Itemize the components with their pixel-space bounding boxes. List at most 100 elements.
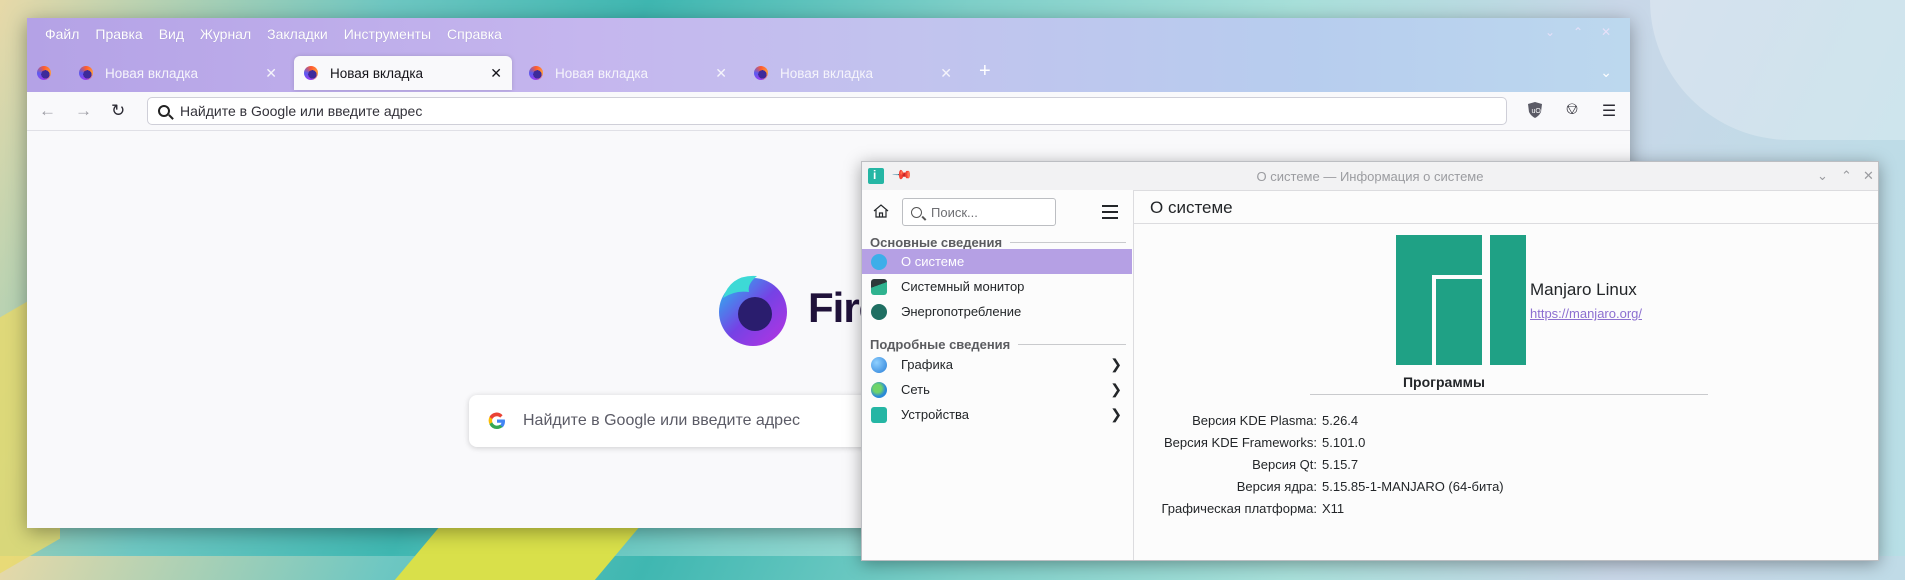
close-tab-icon[interactable]: ✕: [940, 65, 952, 82]
shield-extension-icon[interactable]: uO: [1525, 101, 1545, 121]
tab-strip: Новая вкладка ✕ Новая вкладка ✕ Новая вк…: [27, 54, 1630, 92]
info-value: 5.15.7: [1322, 457, 1359, 472]
info-key: Версия KDE Plasma:: [1192, 413, 1317, 428]
menu-help[interactable]: Справка: [439, 24, 510, 44]
close-icon[interactable]: ✕: [1601, 25, 1611, 39]
menu-bar: Файл Правка Вид Журнал Закладки Инструме…: [37, 24, 510, 44]
menu-view[interactable]: Вид: [151, 24, 192, 44]
info-key: Графическая платформа:: [1161, 501, 1317, 516]
section-detailed-info: Подробные сведения: [870, 337, 1126, 352]
sidebar-item-graphics[interactable]: Графика ❯: [862, 352, 1132, 377]
minimize-icon[interactable]: ⌄: [1817, 168, 1828, 184]
menu-bookmarks[interactable]: Закладки: [259, 24, 336, 44]
info-key: Версия KDE Frameworks:: [1163, 435, 1317, 450]
info-center-titlebar: 📌 О системе — Информация о системе ⌄ ⌃ ✕: [862, 162, 1878, 191]
firefox-icon: [79, 66, 93, 80]
tab-label: Новая вкладка: [780, 65, 874, 81]
tab-label: Новая вкладка: [555, 65, 649, 81]
hamburger-menu-icon[interactable]: [1102, 205, 1118, 223]
close-icon[interactable]: ✕: [1863, 168, 1874, 184]
close-tab-icon[interactable]: ✕: [715, 65, 727, 82]
chevron-right-icon: ❯: [1110, 381, 1122, 397]
menu-edit[interactable]: Правка: [87, 24, 150, 44]
tab-label: Новая вкладка: [105, 65, 199, 81]
google-icon: [488, 412, 505, 430]
main-panel: О системе Manjaro Linux https://manjaro.…: [1134, 190, 1878, 560]
chevron-right-icon: ❯: [1110, 356, 1122, 372]
network-icon: [871, 381, 887, 398]
sidebar: Основные сведения О системе Системный мо…: [862, 190, 1134, 560]
programs-heading: Программы: [1402, 374, 1485, 390]
sidebar-item-label: Устройства: [901, 407, 970, 422]
sidebar-item-label: Энергопотребление: [901, 304, 1022, 319]
tab-pinned[interactable]: [27, 56, 67, 90]
section-title: Основные сведения: [870, 235, 1003, 250]
manjaro-logo: [1396, 235, 1526, 365]
maximize-icon[interactable]: ⌃: [1841, 168, 1852, 184]
sidebar-item-network[interactable]: Сеть ❯: [862, 377, 1132, 402]
minimize-icon[interactable]: ⌄: [1545, 25, 1555, 39]
firefox-icon: [37, 66, 51, 80]
sidebar-search[interactable]: [902, 198, 1056, 226]
info-value: 5.26.4: [1322, 413, 1359, 428]
menu-history[interactable]: Журнал: [192, 24, 259, 44]
sidebar-search-input[interactable]: [929, 203, 1053, 221]
menu-file[interactable]: Файл: [37, 24, 87, 44]
tab-new-2-active[interactable]: Новая вкладка ✕: [294, 56, 512, 90]
page-title: О системе: [1150, 198, 1233, 217]
close-tab-icon[interactable]: ✕: [490, 65, 502, 82]
tab-new-3[interactable]: Новая вкладка ✕: [519, 56, 737, 90]
firefox-icon: [304, 66, 318, 80]
search-icon: [911, 206, 922, 218]
page-header: О системе: [1134, 190, 1878, 224]
tab-new-1[interactable]: Новая вкладка ✕: [69, 56, 287, 90]
system-monitor-icon: [871, 278, 887, 295]
menu-tools[interactable]: Инструменты: [336, 24, 439, 44]
reload-icon[interactable]: ↻: [111, 101, 125, 121]
back-arrow-icon[interactable]: ←: [39, 101, 56, 121]
forward-arrow-icon[interactable]: →: [75, 101, 92, 121]
info-center-window: 📌 О системе — Информация о системе ⌄ ⌃ ✕…: [861, 161, 1879, 561]
firefox-icon: [754, 66, 768, 80]
divider: [1310, 394, 1708, 395]
extensions-puzzle-icon[interactable]: ⎊: [1562, 101, 1582, 121]
info-value: 5.15.85-1-MANJARO (64-бита): [1322, 479, 1504, 494]
sidebar-item-label: О системе: [901, 254, 965, 269]
info-key: Версия ядра:: [1236, 479, 1317, 494]
wallpaper-shape: [394, 520, 646, 580]
new-tab-plus-icon[interactable]: +: [979, 60, 991, 83]
graphics-icon: [871, 356, 887, 373]
sidebar-item-system-monitor[interactable]: Системный монитор: [862, 274, 1132, 299]
info-key: Версия Qt:: [1252, 457, 1317, 472]
close-tab-icon[interactable]: ✕: [265, 65, 277, 82]
window-title: О системе — Информация о системе: [1256, 169, 1484, 184]
svg-text:uO: uO: [1532, 108, 1542, 115]
wallpaper-shape: [1650, 0, 1905, 140]
maximize-icon[interactable]: ⌃: [1573, 25, 1583, 39]
sidebar-item-label: Системный монитор: [901, 279, 1025, 294]
sidebar-item-label: Сеть: [901, 382, 930, 397]
address-bar[interactable]: [147, 97, 1507, 125]
devices-icon: [871, 406, 887, 423]
navigation-toolbar: ← → ↻ uO ⎊ ☰: [27, 92, 1630, 131]
distro-name: Manjaro Linux: [1530, 280, 1637, 299]
address-input[interactable]: [178, 102, 1482, 120]
info-value: X11: [1322, 501, 1345, 516]
firefox-titlebar: Файл Правка Вид Журнал Закладки Инструме…: [27, 18, 1630, 92]
firefox-icon: [529, 66, 543, 80]
search-icon: [158, 105, 170, 117]
distro-url-link[interactable]: https://manjaro.org/: [1530, 306, 1642, 321]
tab-new-4[interactable]: Новая вкладка ✕: [744, 56, 962, 90]
firefox-logo: [719, 275, 787, 346]
sidebar-item-about-system[interactable]: О системе: [862, 249, 1132, 274]
sidebar-item-energy[interactable]: Энергопотребление: [862, 299, 1132, 324]
section-title: Подробные сведения: [870, 337, 1011, 352]
sidebar-item-label: Графика: [901, 357, 953, 372]
tab-list-chevron-icon[interactable]: ⌄: [1600, 64, 1612, 81]
chevron-right-icon: ❯: [1110, 406, 1122, 422]
tab-label: Новая вкладка: [330, 65, 424, 81]
hamburger-menu-icon[interactable]: ☰: [1599, 101, 1619, 121]
home-icon[interactable]: [873, 204, 889, 218]
section-basic-info: Основные сведения: [870, 235, 1126, 250]
sidebar-item-devices[interactable]: Устройства ❯: [862, 402, 1132, 427]
